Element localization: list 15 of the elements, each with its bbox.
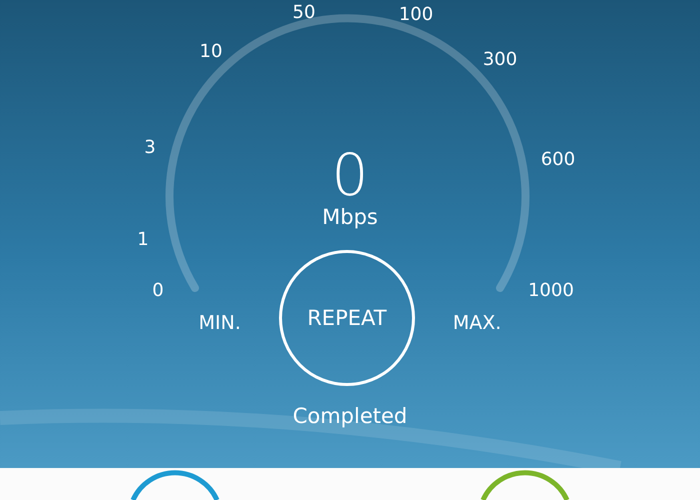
scale-label: 300 — [482, 49, 518, 70]
scale-label: 1 — [137, 229, 149, 250]
scale-label: 100 — [398, 4, 434, 25]
scale-label: 50 — [292, 2, 316, 23]
scale-label: 3 — [144, 137, 156, 158]
speed-unit: Mbps — [322, 204, 378, 230]
max-label: MAX. — [452, 311, 502, 334]
status-text: Completed — [292, 404, 408, 428]
scale-label: 10 — [200, 41, 222, 62]
scale-label: 1000 — [528, 280, 574, 301]
repeat-button[interactable]: REPEAT — [278, 250, 415, 386]
scale-label: 600 — [540, 149, 576, 170]
scale-label: 0 — [152, 280, 164, 301]
min-label: MIN. — [198, 311, 241, 334]
speed-value: 0 — [332, 146, 368, 204]
